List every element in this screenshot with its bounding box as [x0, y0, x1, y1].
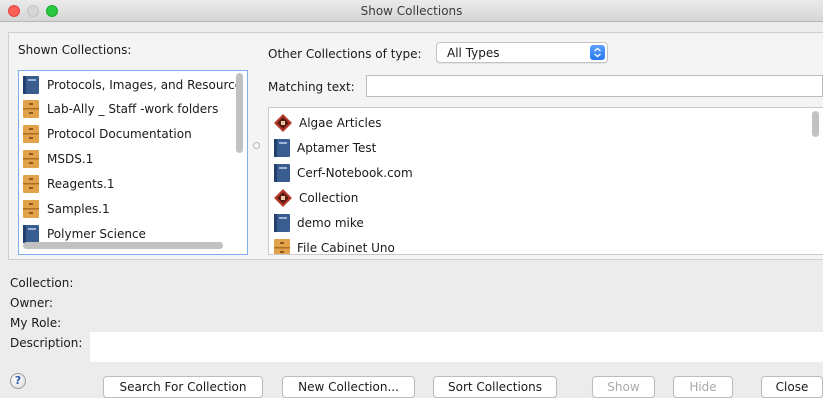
file-cabinet-icon [274, 238, 290, 254]
collection-type-select[interactable]: All Types [436, 42, 608, 63]
file-cabinet-icon [23, 125, 39, 143]
description-field[interactable] [90, 332, 823, 362]
file-cabinet-icon [23, 150, 39, 168]
notebook-icon [23, 225, 39, 243]
show-button[interactable]: Show [592, 376, 655, 398]
library-icon [274, 113, 292, 132]
list-item[interactable]: Aptamer Test [273, 135, 376, 160]
horizontal-scrollbar[interactable] [23, 242, 223, 249]
list-item-label: Collection [299, 190, 359, 205]
list-item-label: demo mike [297, 215, 364, 230]
my-role-label: My Role: [10, 316, 62, 330]
help-icon[interactable]: ? [10, 373, 26, 389]
close-button[interactable]: Close [761, 376, 823, 398]
list-item-label: Cerf-Notebook.com [297, 165, 413, 180]
matching-text-input[interactable] [366, 75, 823, 97]
hide-button[interactable]: Hide [673, 376, 733, 398]
collection-label: Collection: [10, 276, 74, 290]
splitter-handle[interactable] [253, 142, 260, 149]
other-collections-list[interactable]: Algae Articles Aptamer Test Cerf-Noteboo… [268, 107, 823, 255]
file-cabinet-icon [23, 100, 39, 118]
list-item[interactable]: Reagents.1 [22, 172, 115, 196]
list-item-label: Algae Articles [299, 115, 382, 130]
title-bar: Show Collections [0, 0, 823, 22]
list-item[interactable]: Collection [273, 185, 358, 210]
vertical-scrollbar[interactable] [236, 73, 243, 153]
library-icon [274, 188, 292, 207]
list-item-label: Reagents.1 [47, 177, 115, 191]
list-item-label: Samples.1 [47, 202, 110, 216]
collection-type-label: Other Collections of type: [268, 47, 422, 61]
notebook-icon [23, 76, 39, 94]
list-item[interactable]: Algae Articles [273, 110, 381, 135]
shown-collections-label: Shown Collections: [18, 43, 132, 57]
window-title: Show Collections [360, 4, 463, 18]
list-item-label: Lab-Ally _ Staff -work folders [47, 102, 219, 116]
description-label: Description: [10, 336, 83, 350]
file-cabinet-icon [23, 175, 39, 193]
list-item[interactable]: demo mike [273, 210, 364, 235]
vertical-scrollbar[interactable] [812, 111, 819, 137]
notebook-icon [274, 213, 290, 232]
list-item-label: Aptamer Test [297, 140, 377, 155]
shown-collections-list[interactable]: Protocols, Images, and Resource Lab-Ally… [18, 70, 248, 255]
list-item-label: Polymer Science [47, 227, 146, 241]
list-item[interactable]: Samples.1 [22, 197, 110, 221]
list-item[interactable]: Cerf-Notebook.com [273, 160, 413, 185]
list-item[interactable]: Lab-Ally _ Staff -work folders [22, 97, 218, 121]
sort-collections-button[interactable]: Sort Collections [433, 376, 557, 398]
notebook-icon [274, 163, 290, 182]
collection-type-value: All Types [447, 46, 500, 60]
list-item-label: MSDS.1 [47, 152, 94, 166]
owner-label: Owner: [10, 296, 54, 310]
file-cabinet-icon [23, 200, 39, 218]
list-item-label: Protocols, Images, and Resource [47, 78, 243, 92]
list-item[interactable]: File Cabinet Uno [273, 235, 395, 255]
list-item[interactable]: Protocol Documentation [22, 122, 192, 146]
search-for-collection-button[interactable]: Search For Collection [103, 376, 263, 398]
list-item[interactable]: MSDS.1 [22, 147, 93, 171]
list-item-label: File Cabinet Uno [297, 240, 395, 255]
list-item-label: Protocol Documentation [47, 127, 192, 141]
new-collection-button[interactable]: New Collection... [282, 376, 415, 398]
notebook-icon [274, 138, 290, 157]
updown-chevron-icon [590, 45, 605, 60]
matching-text-label: Matching text: [268, 80, 355, 94]
list-item[interactable]: Protocols, Images, and Resource [22, 73, 242, 97]
